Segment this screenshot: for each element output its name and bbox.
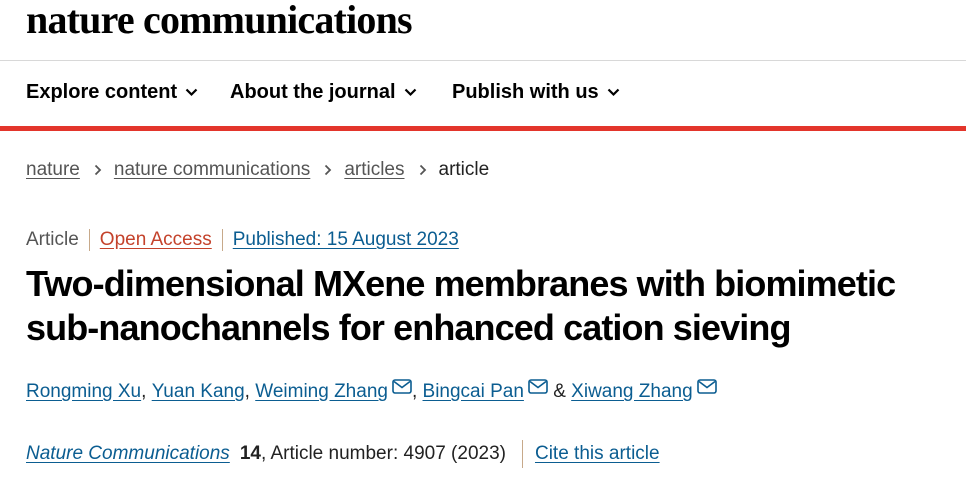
- nav-explore-content[interactable]: Explore content: [26, 81, 198, 104]
- citation-divider: [521, 440, 523, 468]
- chevron-down-icon: [607, 88, 619, 97]
- breadcrumb: nature nature communications articles ar…: [26, 159, 489, 181]
- author-list: Rongming Xu, Yuan Kang, Weiming Zhang , …: [26, 378, 717, 403]
- article-type: Article: [26, 229, 79, 250]
- chevron-down-icon: [404, 88, 416, 97]
- article-title: Two-dimensional MXene membranes with bio…: [26, 263, 896, 348]
- cite-this-article-link[interactable]: Cite this article: [535, 443, 660, 465]
- envelope-icon[interactable]: [528, 378, 548, 394]
- nav-about-journal[interactable]: About the journal: [230, 81, 417, 104]
- author-link[interactable]: Weiming Zhang: [255, 381, 388, 403]
- chevron-right-icon: [324, 164, 332, 176]
- breadcrumb-current: article: [438, 159, 490, 180]
- nav-accent-bar: [0, 126, 966, 131]
- author-separator: ,: [411, 381, 418, 402]
- breadcrumb-nature-communications[interactable]: nature communications: [114, 159, 310, 181]
- nav-publish-with-us[interactable]: Publish with us: [452, 81, 620, 104]
- chevron-right-icon: [94, 164, 102, 176]
- envelope-icon[interactable]: [392, 378, 412, 394]
- author-link[interactable]: Xiwang Zhang: [571, 381, 692, 403]
- article-number: , Article number: 4907 (2023): [260, 443, 506, 464]
- author-link[interactable]: Yuan Kang: [152, 381, 245, 403]
- envelope-icon[interactable]: [696, 378, 717, 394]
- chevron-down-icon: [185, 88, 198, 97]
- author-separator: ,: [244, 381, 250, 402]
- breadcrumb-nature[interactable]: nature: [26, 159, 80, 181]
- author-link[interactable]: Bingcai Pan: [423, 381, 524, 403]
- main-nav: Explore content About the journal Publis…: [0, 60, 966, 127]
- author-separator: &: [553, 381, 566, 402]
- journal-link[interactable]: Nature Communications: [26, 443, 230, 465]
- nav-publish-with-us-label: Publish with us: [452, 81, 599, 103]
- published-date-link[interactable]: Published: 15 August 2023: [221, 229, 459, 251]
- chevron-right-icon: [419, 164, 427, 176]
- nav-about-journal-label: About the journal: [230, 81, 396, 103]
- nav-explore-content-label: Explore content: [26, 81, 178, 103]
- journal-logo[interactable]: nature communications: [26, 0, 413, 42]
- open-access-link[interactable]: Open Access: [88, 229, 222, 251]
- author-separator: ,: [141, 381, 147, 402]
- author-link[interactable]: Rongming Xu: [26, 381, 141, 403]
- breadcrumb-articles[interactable]: articles: [344, 159, 404, 181]
- citation-line: Nature Communications 14 , Article numbe…: [26, 440, 660, 468]
- article-meta: Article Open Access Published: 15 August…: [26, 229, 459, 251]
- volume-number: 14: [239, 443, 261, 464]
